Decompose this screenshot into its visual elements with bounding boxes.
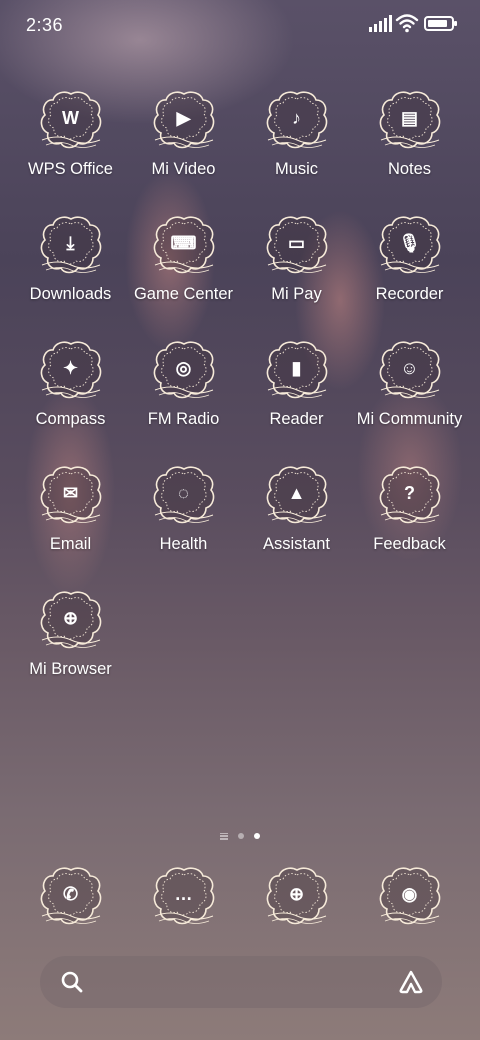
globe-icon: ⊕ xyxy=(38,588,104,654)
app-reader[interactable]: ▮ Reader xyxy=(240,338,353,463)
app-label: Assistant xyxy=(263,535,330,553)
icon-glyph: W xyxy=(62,107,79,128)
app-label: Mi Video xyxy=(151,160,216,178)
signal-icon xyxy=(369,15,392,32)
icon-glyph: ⊕ xyxy=(288,883,305,904)
icon-glyph: ◌ xyxy=(178,482,189,503)
dock: ✆ … ⊕ ◉ xyxy=(14,864,466,934)
app-label: Reader xyxy=(269,410,324,428)
app-notes[interactable]: ▤ Notes xyxy=(353,88,466,213)
voice-assistant-icon[interactable] xyxy=(398,969,424,995)
app-label: Health xyxy=(159,535,208,553)
download-arrow-icon: ⤓ xyxy=(38,213,104,279)
app-label: Email xyxy=(49,535,92,553)
icon-glyph: ⊕ xyxy=(62,607,79,628)
icon-glyph: ▮ xyxy=(291,357,302,378)
music-note-icon: ♪ xyxy=(264,88,330,154)
icon-glyph: ▭ xyxy=(287,232,305,253)
search-icon[interactable] xyxy=(60,970,84,994)
app-email[interactable]: ✉ Email xyxy=(14,463,127,588)
book-icon: ▮ xyxy=(264,338,330,404)
microphone-icon: 🎙 xyxy=(377,213,443,279)
icon-glyph: ▲ xyxy=(287,482,306,503)
app-mi-pay[interactable]: ▭ Mi Pay xyxy=(240,213,353,338)
app-label: Mi Browser xyxy=(29,660,112,678)
icon-glyph: ⌨ xyxy=(170,232,197,253)
phone-icon: ✆ xyxy=(38,864,104,930)
icon-glyph: 🎙 xyxy=(398,232,421,253)
app-fm-radio[interactable]: ◎ FM Radio xyxy=(127,338,240,463)
icon-glyph: ▶ xyxy=(176,107,191,128)
icon-glyph: … xyxy=(174,883,193,904)
app-mi-browser[interactable]: ⊕ Mi Browser xyxy=(14,588,127,713)
assistant-icon: ▲ xyxy=(264,463,330,529)
app-compass[interactable]: ✦ Compass xyxy=(14,338,127,463)
page-indicator[interactable] xyxy=(0,830,480,842)
health-ring-icon: ◌ xyxy=(151,463,217,529)
app-label: Feedback xyxy=(373,535,446,553)
icon-glyph: ? xyxy=(404,482,415,503)
dock-phone[interactable]: ✆ xyxy=(14,864,127,934)
dock-camera[interactable]: ◉ xyxy=(353,864,466,934)
radio-icon: ◎ xyxy=(151,338,217,404)
icon-glyph: ▤ xyxy=(400,107,418,128)
search-bar[interactable] xyxy=(40,956,442,1008)
gamepad-icon: ⌨ xyxy=(151,213,217,279)
icon-glyph: ♪ xyxy=(292,107,301,128)
app-label: Notes xyxy=(387,160,432,178)
app-label: Music xyxy=(274,160,319,178)
feedback-icon: ? xyxy=(377,463,443,529)
page-dot-1[interactable] xyxy=(238,833,244,839)
app-grid: W WPS Office ▶ Mi Video ♪ Music ▤ Notes ⤓ Dow… xyxy=(14,88,466,713)
app-game-center[interactable]: ⌨ Game Center xyxy=(127,213,240,338)
icon-glyph: ✆ xyxy=(62,883,79,904)
app-label: FM Radio xyxy=(147,410,220,428)
app-label: Game Center xyxy=(133,285,234,303)
app-label: Mi Pay xyxy=(271,285,322,303)
icon-glyph: ⤓ xyxy=(66,232,75,253)
app-music[interactable]: ♪ Music xyxy=(240,88,353,213)
app-downloads[interactable]: ⤓ Downloads xyxy=(14,213,127,338)
app-drawer-icon[interactable] xyxy=(220,832,228,840)
icon-glyph: ✉ xyxy=(62,482,79,503)
app-feedback[interactable]: ? Feedback xyxy=(353,463,466,588)
community-icon: ☺ xyxy=(377,338,443,404)
battery-icon xyxy=(424,16,457,31)
status-bar: 2:36 xyxy=(0,0,480,50)
icon-glyph: ✦ xyxy=(62,357,79,378)
app-label: Compass xyxy=(35,410,106,428)
globe-icon: ⊕ xyxy=(264,864,330,930)
icon-glyph: ☺ xyxy=(400,357,419,378)
icon-glyph: ◎ xyxy=(175,357,192,378)
app-label: WPS Office xyxy=(28,160,113,178)
dock-browser[interactable]: ⊕ xyxy=(240,864,353,934)
message-bubble-icon: … xyxy=(151,864,217,930)
app-wps-office[interactable]: W WPS Office xyxy=(14,88,127,213)
compass-icon: ✦ xyxy=(38,338,104,404)
wifi-icon xyxy=(395,14,419,33)
app-label: Mi Community xyxy=(356,410,463,428)
camera-icon: ◉ xyxy=(377,864,443,930)
clock: 2:36 xyxy=(26,15,64,35)
app-recorder[interactable]: 🎙 Recorder xyxy=(353,213,466,338)
app-mi-video[interactable]: ▶ Mi Video xyxy=(127,88,240,213)
app-label: Downloads xyxy=(29,285,112,303)
card-icon: ▭ xyxy=(264,213,330,279)
envelope-icon: ✉ xyxy=(38,463,104,529)
page-dot-2-active[interactable] xyxy=(254,833,260,839)
notepad-icon: ▤ xyxy=(377,88,443,154)
app-mi-community[interactable]: ☺ Mi Community xyxy=(353,338,466,463)
app-health[interactable]: ◌ Health xyxy=(127,463,240,588)
wps-icon: W xyxy=(38,88,104,154)
icon-glyph: ◉ xyxy=(401,883,418,904)
app-assistant[interactable]: ▲ Assistant xyxy=(240,463,353,588)
play-icon: ▶ xyxy=(151,88,217,154)
dock-messages[interactable]: … xyxy=(127,864,240,934)
app-label: Recorder xyxy=(375,285,444,303)
